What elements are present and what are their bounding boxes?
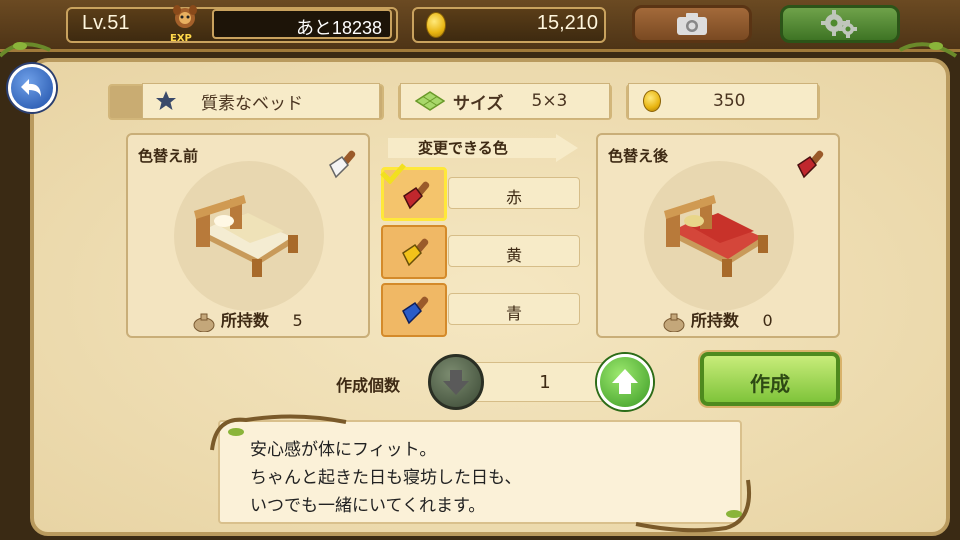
after-title: 色替え後 (608, 147, 669, 165)
before-owned-count: 5 (292, 311, 303, 330)
size-label: サイズ (453, 93, 504, 114)
size-tile-icon (415, 91, 445, 111)
camera-button[interactable] (632, 5, 752, 43)
price-box: 350 (628, 83, 818, 119)
camera-icon (677, 13, 707, 35)
arrow-down-icon (443, 370, 469, 395)
bag-icon (663, 313, 685, 332)
coin-icon (643, 90, 661, 112)
item-name-box: 質素なベッド (142, 83, 380, 119)
before-owned-label: 所持数 (220, 311, 269, 330)
vine-decoration-right (899, 42, 958, 58)
before-color-card: 色替え前 所持数 5 (126, 133, 370, 338)
brush-blue-icon (402, 296, 429, 325)
item-name: 質素なベッド (201, 93, 303, 114)
back-arrow-icon (21, 79, 41, 97)
after-owned-count: 0 (762, 311, 773, 330)
color-option-yellow-label[interactable]: 黄 (448, 235, 580, 267)
price-value: 350 (713, 91, 746, 111)
decrease-quantity-button[interactable] (428, 354, 484, 410)
color-option-red-label[interactable]: 赤 (448, 177, 580, 209)
after-color-card: 色替え後 所持数 0 (596, 133, 840, 338)
back-button[interactable] (8, 64, 56, 112)
create-button[interactable]: 作成 (700, 352, 840, 406)
vine-decoration-left (0, 42, 51, 58)
color-option-red[interactable] (380, 163, 447, 221)
vine-frame-decoration (210, 414, 751, 533)
bed-red-image (664, 195, 768, 277)
gold-amount: 15,210 (536, 12, 598, 34)
brush-white-icon (329, 150, 356, 179)
size-box: サイズ 5×3 (400, 83, 610, 119)
colors-header: 変更できる色 (388, 134, 578, 162)
quantity-label: 作成個数 (336, 376, 401, 395)
brush-yellow-icon (402, 238, 429, 267)
exp-character-icon: EXP (168, 4, 202, 46)
bed-plain-image (194, 195, 298, 277)
arrow-up-icon (612, 369, 638, 394)
top-status-bar: Lv.51 EXP あと18238 15,210 (0, 0, 960, 52)
exp-remaining: あと18238 (212, 9, 392, 39)
brush-red-icon (797, 150, 824, 179)
coin-icon (426, 12, 446, 38)
star-icon (156, 91, 176, 110)
color-option-yellow[interactable] (381, 225, 447, 279)
checkmark-icon (380, 163, 406, 184)
exp-badge: EXP (170, 33, 192, 44)
colors-header-label: 変更できる色 (418, 139, 508, 157)
size-value: 5×3 (531, 91, 568, 111)
after-owned-label: 所持数 (690, 311, 739, 330)
increase-quantity-button[interactable] (597, 354, 653, 410)
bag-icon (193, 313, 215, 332)
before-title: 色替え前 (138, 147, 199, 165)
before-owned: 所持数 5 (128, 307, 368, 332)
after-owned: 所持数 0 (598, 307, 838, 332)
color-option-blue-label[interactable]: 青 (448, 293, 580, 325)
color-option-blue[interactable] (381, 283, 447, 337)
level-text: Lv.51 (82, 12, 130, 34)
gear-icon (821, 10, 857, 38)
settings-button[interactable] (780, 5, 900, 43)
